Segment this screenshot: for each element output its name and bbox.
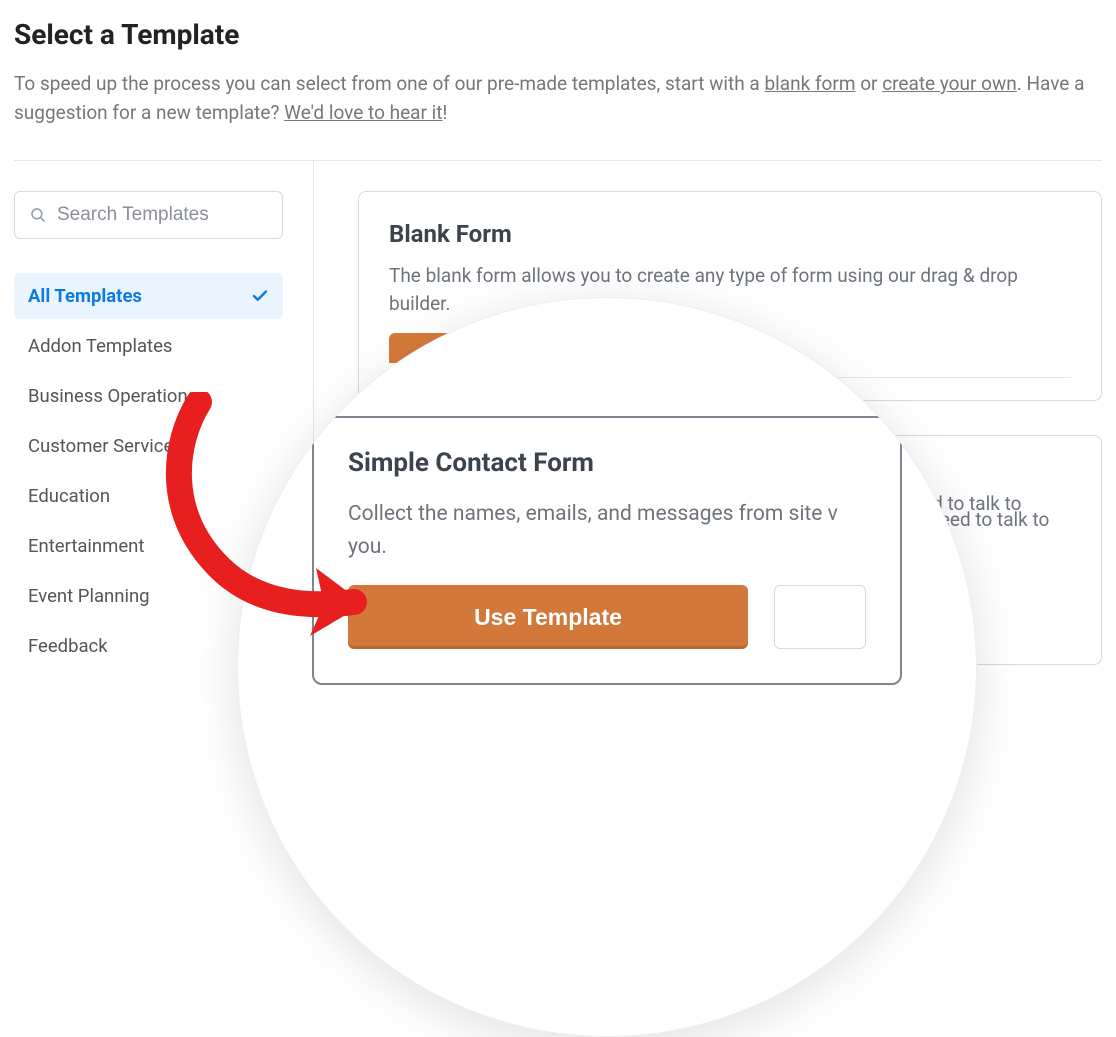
category-business-operations[interactable]: Business Operations xyxy=(14,373,283,419)
category-label: Entertainment xyxy=(28,535,144,557)
card-title: Blank Form xyxy=(389,220,1071,248)
category-label: Addon Templates xyxy=(28,335,172,357)
zoom-card-desc: Collect the names, emails, and messages … xyxy=(348,498,866,563)
card-desc: The blank form allows you to create any … xyxy=(389,262,1071,319)
secondary-button[interactable] xyxy=(774,585,866,649)
category-all-templates[interactable]: All Templates xyxy=(14,273,283,319)
blank-form-link[interactable]: blank form xyxy=(764,72,855,95)
category-label: Business Operations xyxy=(28,385,197,407)
category-label: All Templates xyxy=(28,285,142,307)
use-template-button[interactable]: Use Template xyxy=(348,585,748,649)
category-education[interactable]: Education xyxy=(14,473,283,519)
category-customer-service[interactable]: Customer Service xyxy=(14,423,283,469)
intro-text: To speed up the process you can select f… xyxy=(14,69,1102,128)
create-your-own-link[interactable]: create your own xyxy=(882,72,1017,95)
search-box[interactable] xyxy=(14,191,283,239)
category-label: Event Planning xyxy=(28,585,150,607)
category-label: Customer Service xyxy=(28,435,173,457)
page-title: Select a Template xyxy=(14,18,1102,51)
category-label: Education xyxy=(28,485,110,507)
zoom-card-title: Simple Contact Form xyxy=(348,448,866,478)
suggestion-link[interactable]: We'd love to hear it xyxy=(284,101,442,124)
zoom-card-simple-contact: Simple Contact Form Collect the names, e… xyxy=(312,416,902,685)
category-label: Feedback xyxy=(28,635,108,657)
check-icon xyxy=(251,287,269,305)
search-icon xyxy=(29,206,47,224)
zoom-callout: Simple Contact Form Collect the names, e… xyxy=(237,297,977,1037)
search-input[interactable] xyxy=(57,204,268,226)
category-addon-templates[interactable]: Addon Templates xyxy=(14,323,283,369)
category-entertainment[interactable]: Entertainment xyxy=(14,523,283,569)
